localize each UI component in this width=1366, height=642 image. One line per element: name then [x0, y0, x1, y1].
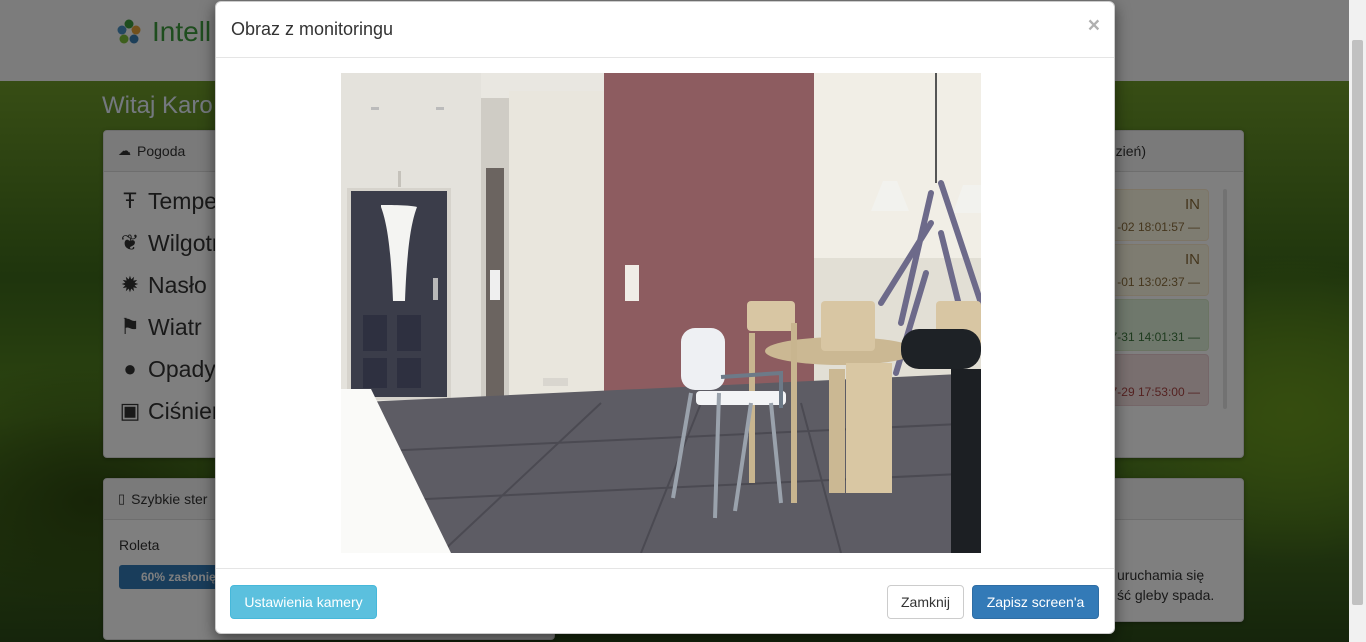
modal-footer: Ustawienia kamery Zamknij Zapisz screen'… — [216, 568, 1114, 634]
close-button[interactable]: Zamknij — [887, 585, 964, 619]
monitoring-modal: Obraz z monitoringu × Ustawienia kamery … — [215, 1, 1115, 634]
close-icon[interactable]: × — [1088, 14, 1100, 38]
camera-image — [341, 73, 981, 553]
camera-frame-illustration — [341, 73, 981, 553]
page-scrollbar[interactable] — [1349, 0, 1366, 642]
save-screenshot-button[interactable]: Zapisz screen'a — [972, 585, 1099, 619]
modal-title: Obraz z monitoringu — [231, 19, 394, 39]
modal-header: Obraz z monitoringu × — [216, 2, 1114, 58]
page-scrollbar-thumb[interactable] — [1352, 40, 1363, 605]
camera-settings-button[interactable]: Ustawienia kamery — [230, 585, 377, 619]
